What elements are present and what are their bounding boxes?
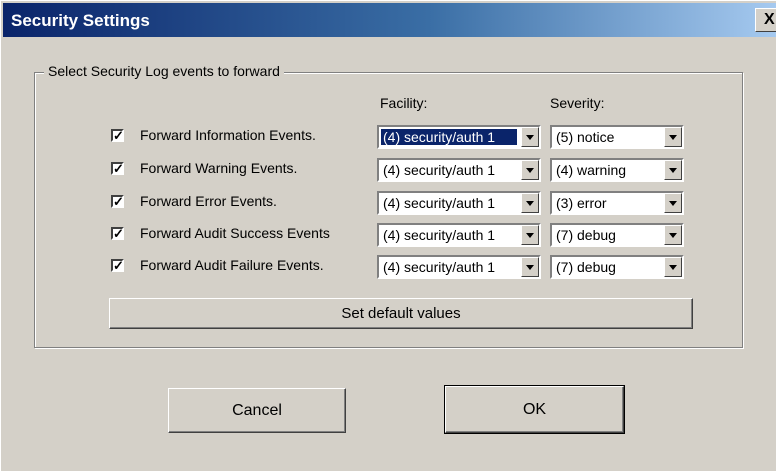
chevron-down-icon[interactable] xyxy=(521,225,539,245)
error-severity-value: (3) error xyxy=(556,195,607,211)
error-facility-value: (4) security/auth 1 xyxy=(383,195,496,211)
error-severity-select[interactable]: (3) error xyxy=(550,191,684,215)
event-row-information: ✓ Forward Information Events. (4) securi… xyxy=(1,122,776,151)
event-row-warning: ✓ Forward Warning Events. (4) security/a… xyxy=(1,155,776,184)
audit-success-severity-select[interactable]: (7) debug xyxy=(550,223,684,247)
chevron-down-icon[interactable] xyxy=(664,257,682,277)
event-row-audit-success: ✓ Forward Audit Success Events (4) secur… xyxy=(1,220,776,249)
audit-failure-severity-select[interactable]: (7) debug xyxy=(550,255,684,279)
audit-success-facility-value: (4) security/auth 1 xyxy=(383,227,496,243)
audit-success-checkbox[interactable]: ✓ xyxy=(111,227,124,240)
information-severity-select[interactable]: (5) notice xyxy=(550,125,684,149)
chevron-down-icon[interactable] xyxy=(521,193,539,213)
ok-button[interactable]: OK xyxy=(444,385,625,434)
chevron-down-icon[interactable] xyxy=(664,127,682,147)
warning-severity-select[interactable]: (4) warning xyxy=(550,158,684,182)
close-button[interactable]: X xyxy=(755,8,776,32)
chevron-down-icon[interactable] xyxy=(521,127,539,147)
error-label: Forward Error Events. xyxy=(140,193,277,209)
warning-severity-value: (4) warning xyxy=(556,162,627,178)
audit-failure-facility-select[interactable]: (4) security/auth 1 xyxy=(377,255,541,279)
warning-facility-select[interactable]: (4) security/auth 1 xyxy=(377,158,541,182)
information-facility-select[interactable]: (4) security/auth 1 xyxy=(377,125,541,149)
chevron-down-icon[interactable] xyxy=(664,225,682,245)
cancel-button[interactable]: Cancel xyxy=(168,388,346,433)
chevron-down-icon[interactable] xyxy=(664,193,682,213)
audit-success-facility-select[interactable]: (4) security/auth 1 xyxy=(377,223,541,247)
chevron-down-icon[interactable] xyxy=(521,160,539,180)
audit-failure-checkbox[interactable]: ✓ xyxy=(111,259,124,272)
warning-checkbox[interactable]: ✓ xyxy=(111,162,124,175)
chevron-down-icon[interactable] xyxy=(521,257,539,277)
title-bar[interactable]: Security Settings X xyxy=(3,3,776,37)
information-checkbox[interactable]: ✓ xyxy=(111,129,124,142)
security-settings-dialog: Security Settings X Select Security Log … xyxy=(0,0,776,471)
chevron-down-icon[interactable] xyxy=(664,160,682,180)
event-row-audit-failure: ✓ Forward Audit Failure Events. (4) secu… xyxy=(1,252,776,281)
information-severity-value: (5) notice xyxy=(556,129,615,145)
event-row-error: ✓ Forward Error Events. (4) security/aut… xyxy=(1,188,776,217)
audit-failure-severity-value: (7) debug xyxy=(556,259,616,275)
information-label: Forward Information Events. xyxy=(140,127,316,143)
window-title: Security Settings xyxy=(11,11,150,30)
information-facility-value: (4) security/auth 1 xyxy=(380,128,518,146)
error-checkbox[interactable]: ✓ xyxy=(111,195,124,208)
warning-label: Forward Warning Events. xyxy=(140,160,298,176)
warning-facility-value: (4) security/auth 1 xyxy=(383,162,496,178)
audit-failure-facility-value: (4) security/auth 1 xyxy=(383,259,496,275)
facility-header: Facility: xyxy=(380,95,428,111)
error-facility-select[interactable]: (4) security/auth 1 xyxy=(377,191,541,215)
severity-header: Severity: xyxy=(550,95,605,111)
group-legend: Select Security Log events to forward xyxy=(44,63,284,79)
audit-success-severity-value: (7) debug xyxy=(556,227,616,243)
audit-failure-label: Forward Audit Failure Events. xyxy=(140,257,324,273)
set-default-values-button[interactable]: Set default values xyxy=(109,298,693,329)
audit-success-label: Forward Audit Success Events xyxy=(140,225,330,241)
